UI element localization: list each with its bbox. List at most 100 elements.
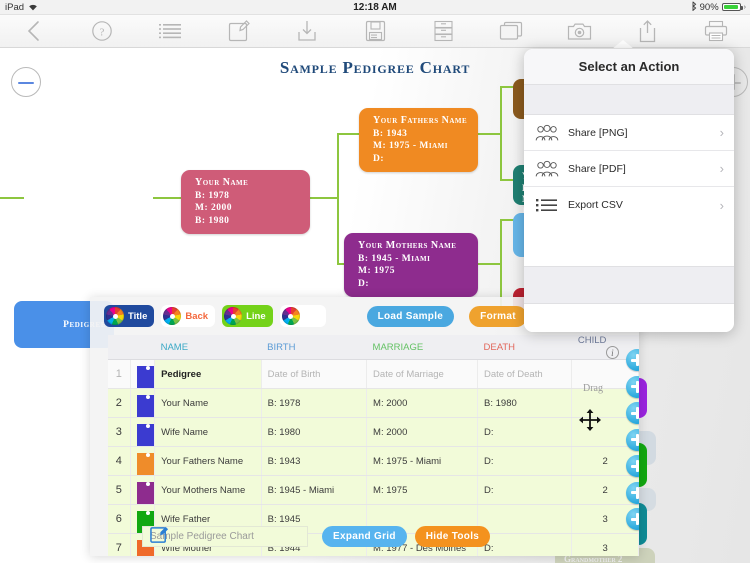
files-button[interactable] (409, 15, 477, 48)
plus-circle-icon[interactable] (626, 428, 639, 451)
list-button[interactable] (136, 15, 204, 48)
table-row[interactable]: 2 Your Name B: 1978 M: 2000 B: 1980 (108, 388, 639, 418)
hide-tools-button[interactable]: Hide Tools (414, 525, 491, 547)
node-birth: B: 1945 - Miami (358, 253, 431, 264)
row-color-swatch[interactable] (130, 446, 156, 476)
edge-father-out (478, 133, 502, 135)
cell-birth[interactable]: B: 1945 - Miami (261, 475, 368, 505)
import-button[interactable] (273, 15, 341, 48)
battery-icon (721, 3, 743, 11)
cell-name[interactable]: Your Mothers Name (154, 475, 262, 505)
info-circle-icon[interactable]: i (605, 346, 619, 359)
node-name: Your Mothers Name (358, 240, 457, 251)
share-pdf-label: Share [PDF] (568, 162, 626, 175)
row-color-swatch[interactable] (130, 417, 156, 447)
cell-marriage[interactable]: M: 1975 (366, 475, 479, 505)
plus-circle-icon[interactable] (626, 402, 639, 424)
node-name: Your Fathers Name (373, 115, 468, 126)
node-death: D: (358, 278, 370, 289)
load-sample-button[interactable]: Load Sample (366, 305, 455, 327)
cell-marriage[interactable]: M: 2000 (366, 417, 479, 447)
title-color-label: Title (128, 310, 148, 322)
table-header-row: NAME BIRTH MARRIAGE DEATH CHILDi (108, 335, 639, 360)
cell-name[interactable]: Your Fathers Name (154, 446, 262, 476)
chevron-right-icon: › (719, 197, 724, 213)
print-button[interactable] (682, 15, 750, 48)
edit-title-button[interactable] (150, 525, 169, 544)
node-birth: B: 1943 (373, 128, 408, 139)
col-name: NAME (154, 335, 262, 360)
share-pdf-item[interactable]: Share [PDF] › (524, 151, 734, 187)
export-csv-item[interactable]: Export CSV › (524, 187, 734, 223)
chevron-right-icon: › (719, 125, 724, 140)
row-color-swatch[interactable] (130, 388, 156, 418)
node-name: Your Name (195, 177, 249, 188)
format-button[interactable]: Format (469, 305, 527, 327)
edit-button[interactable] (205, 15, 273, 48)
plus-circle-icon[interactable] (626, 481, 639, 504)
cell-marriage[interactable]: M: 2000 (366, 388, 479, 418)
plus-circle-icon[interactable] (626, 375, 639, 398)
tools-footer: Sample Pedigree Chart Expand Grid Hide T… (90, 516, 639, 556)
drag-label: Drag (583, 383, 603, 394)
duplicate-button[interactable] (477, 15, 545, 48)
cell-marriage[interactable]: M: 1975 - Miami (366, 446, 479, 476)
move-cross-arrows-icon[interactable] (578, 408, 602, 432)
back-color-button[interactable]: Back (161, 305, 216, 327)
color-wheel-icon (281, 307, 300, 325)
popover-filler-top (524, 223, 734, 266)
chevron-right-icon: › (719, 161, 724, 176)
cell-death[interactable]: B: 1980 (477, 388, 573, 418)
row-color-swatch[interactable] (130, 359, 156, 389)
data-grid[interactable]: NAME BIRTH MARRIAGE DEATH CHILDi 1 Pedig… (108, 335, 639, 556)
cell-death[interactable]: D: (477, 417, 573, 447)
cell-birth[interactable]: B: 1980 (261, 417, 368, 447)
export-csv-label: Export CSV (568, 199, 623, 211)
help-button[interactable]: ? (68, 15, 136, 48)
svg-text:?: ? (100, 27, 105, 39)
expand-grid-button[interactable]: Expand Grid (322, 525, 407, 547)
node-marriage: M: 1975 (358, 266, 396, 276)
table-row[interactable]: 4 Your Fathers Name B: 1943 M: 1975 - Mi… (108, 446, 639, 476)
clock: 12:18 AM (353, 1, 397, 13)
col-rownum (108, 335, 131, 360)
popover-list: Share [PNG] › Share [PDF] › Export CSV › (524, 115, 734, 223)
cell-marriage[interactable]: Date of Marriage (366, 359, 479, 389)
edge-root-left (0, 197, 24, 199)
table-row[interactable]: 1 Pedigree Date of Birth Date of Marriag… (108, 359, 639, 389)
node-your-name[interactable]: Your Name B: 1978 M: 2000 B: 1980 (181, 170, 310, 234)
edge-root-right (153, 197, 181, 199)
plus-circle-icon[interactable] (626, 349, 639, 371)
back-button[interactable] (0, 15, 68, 48)
cell-name[interactable]: Pedigree (154, 359, 262, 389)
cell-death[interactable]: Date of Death (477, 359, 573, 389)
cell-name[interactable]: Your Name (154, 388, 262, 418)
app-toolbar: ? (0, 15, 750, 48)
zoom-out-button[interactable] (11, 67, 41, 97)
title-color-button[interactable]: Title (104, 305, 155, 327)
col-death: DEATH (477, 335, 572, 360)
camera-button[interactable] (546, 15, 614, 48)
cell-birth[interactable]: Date of Birth (261, 359, 368, 389)
line-color-button[interactable]: Line (222, 305, 273, 327)
extra-color-button[interactable] (279, 305, 326, 327)
load-sample-label: Load Sample (377, 310, 444, 322)
cell-death[interactable]: D: (477, 475, 573, 505)
cell-death[interactable]: D: (477, 446, 573, 476)
plus-circle-icon[interactable] (626, 455, 639, 477)
cell-name[interactable]: Wife Name (154, 417, 262, 447)
share-png-item[interactable]: Share [PNG] › (524, 115, 734, 151)
node-death: D: (373, 153, 385, 164)
save-button[interactable] (341, 15, 409, 48)
table-row[interactable]: 3 Wife Name B: 1980 M: 2000 D: (108, 417, 639, 447)
node-your-mothers-name[interactable]: Your Mothers Name B: 1945 - Miami M: 197… (344, 233, 478, 297)
table-row[interactable]: 5 Your Mothers Name B: 1945 - Miami M: 1… (108, 475, 639, 505)
add-row-column (626, 349, 639, 535)
row-number: 4 (108, 446, 131, 476)
popover-filler-mid (524, 266, 734, 304)
cell-birth[interactable]: B: 1943 (261, 446, 368, 476)
node-your-fathers-name[interactable]: Your Fathers Name B: 1943 M: 1975 - Miam… (359, 108, 478, 172)
row-color-swatch[interactable] (130, 475, 156, 505)
tools-panel: Title Back Line Load Sample Format NAME … (90, 297, 639, 556)
cell-birth[interactable]: B: 1978 (261, 388, 368, 418)
